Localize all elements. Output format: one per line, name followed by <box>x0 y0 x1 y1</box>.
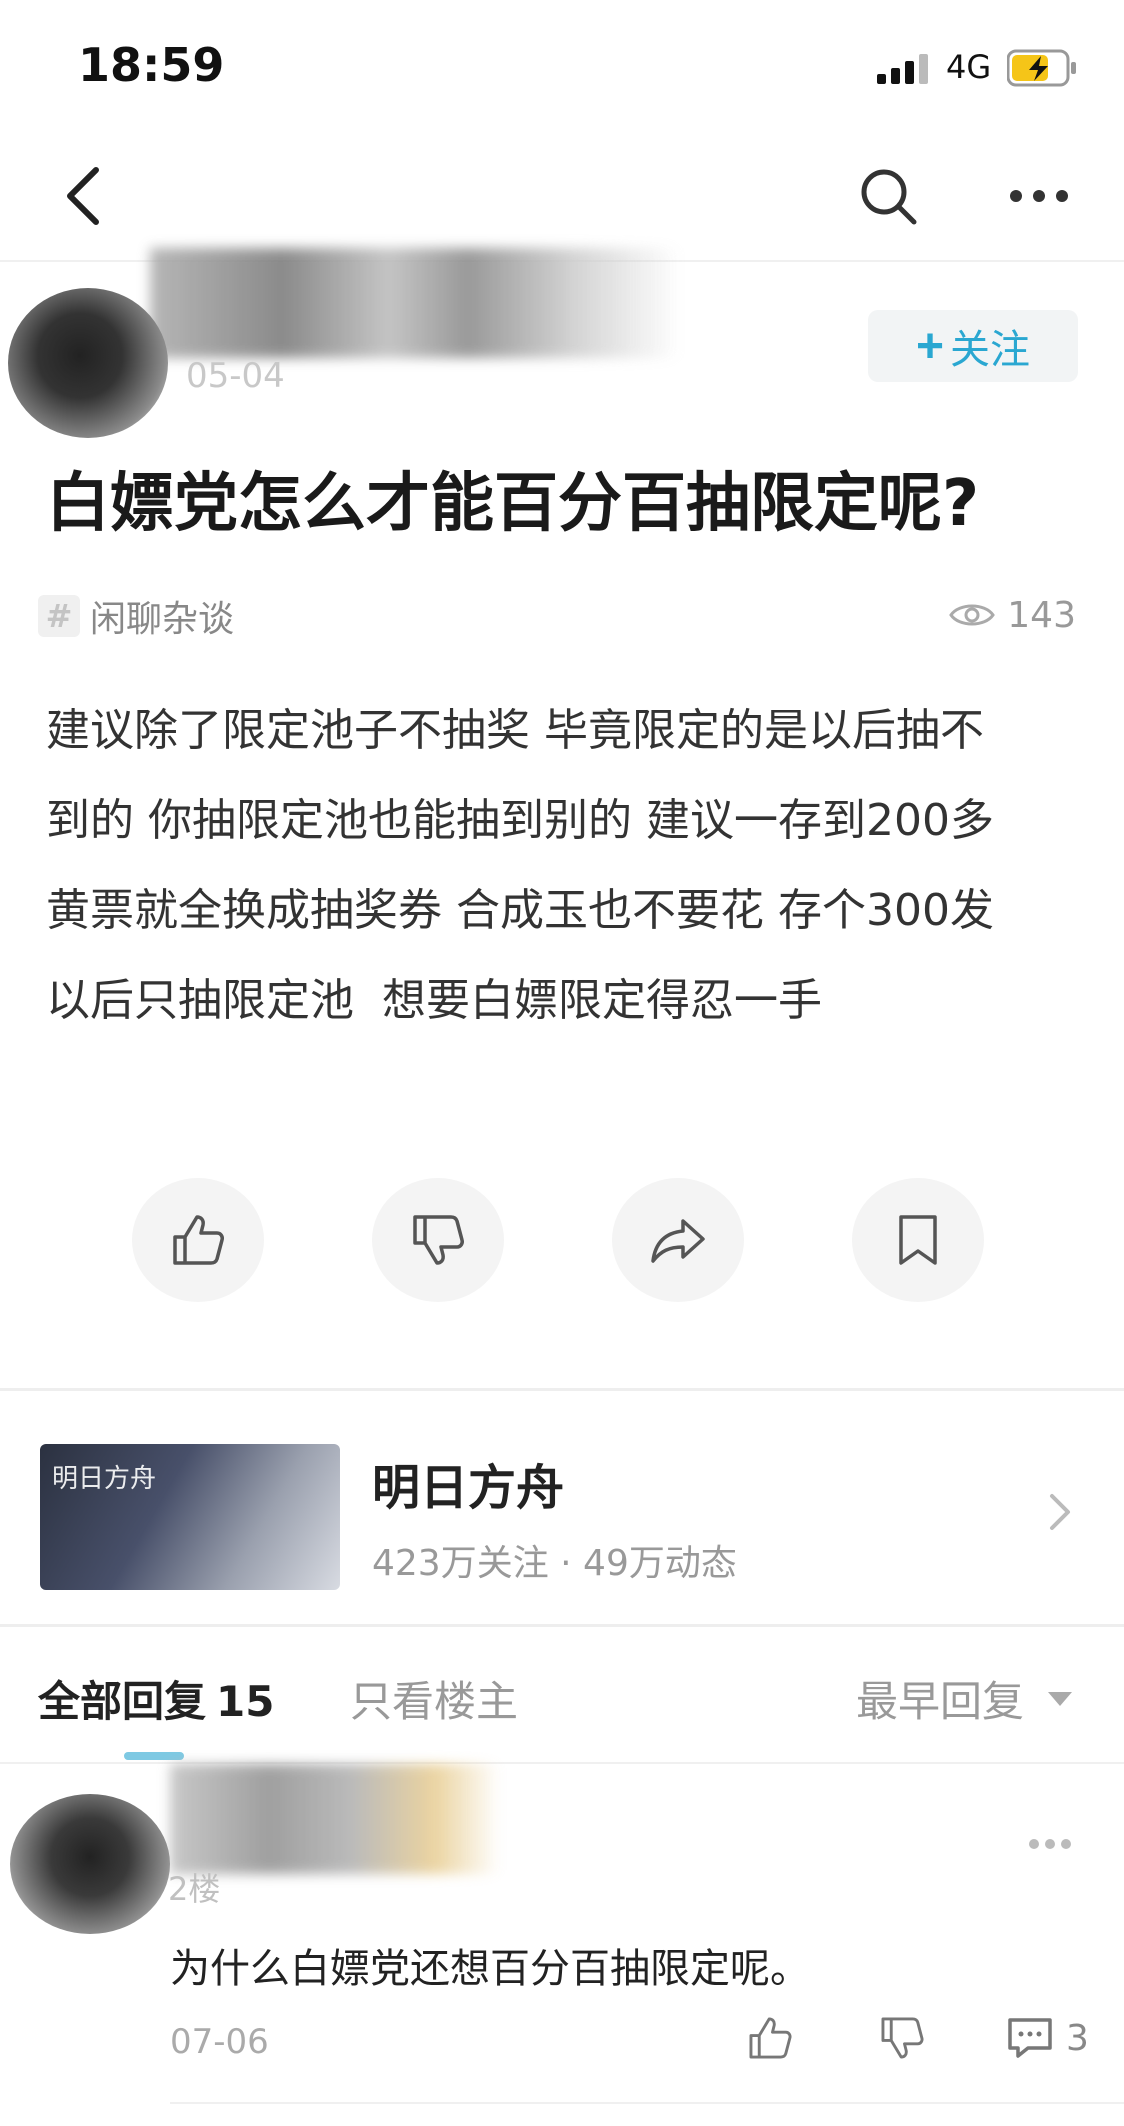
bookmark-button[interactable] <box>852 1178 984 1302</box>
topic-tag[interactable]: # 闲聊杂谈 <box>38 590 234 642</box>
network-type: 4G <box>946 48 992 86</box>
eye-icon <box>949 604 996 626</box>
hash-icon: # <box>38 595 80 637</box>
game-thumbnail: 明日方舟 <box>40 1444 340 1590</box>
game-name: 明日方舟 <box>372 1460 565 1516</box>
share-button[interactable] <box>612 1178 744 1302</box>
tab-all-label: 全部回复 <box>38 1677 207 1726</box>
reply-item: 2楼 为什么白嫖党还想百分百抽限定呢。 07-06 3 <box>0 1764 1124 2126</box>
plus-icon: + <box>915 319 945 373</box>
dislike-button[interactable] <box>372 1178 504 1302</box>
follow-button[interactable]: + 关注 <box>868 310 1078 382</box>
thumbs-down-icon[interactable] <box>878 2014 926 2062</box>
battery-icon <box>1007 49 1076 87</box>
tab-all-count: 15 <box>216 1677 275 1726</box>
share-icon <box>651 1219 705 1263</box>
post-body: 建议除了限定池子不抽奖 毕竟限定的是以后抽不 到的 你抽限定池也能抽到别的 建议… <box>46 705 994 1026</box>
game-stats: 423万关注 · 49万动态 <box>372 1543 737 1584</box>
signal-icon <box>877 54 928 84</box>
tab-all-replies[interactable]: 全部回复 15 <box>38 1668 274 1729</box>
author-name-redacted <box>150 248 680 358</box>
reply-author-redacted <box>170 1764 500 1874</box>
tab-op-only[interactable]: 只看楼主 <box>350 1668 518 1729</box>
more-dots-icon[interactable] <box>1008 180 1070 212</box>
views-count: 143 <box>1007 594 1076 636</box>
reply-avatar[interactable] <box>10 1794 170 1934</box>
post-date: 05-04 <box>186 356 285 396</box>
game-card[interactable]: 明日方舟 明日方舟 423万关注 · 49万动态 <box>0 1392 1124 1624</box>
thumbs-down-icon <box>413 1215 464 1265</box>
game-logo-text: 明日方舟 <box>52 1464 157 1494</box>
back-chevron-icon[interactable] <box>58 164 110 228</box>
section-divider <box>0 1388 1124 1391</box>
caret-down-icon <box>1048 1691 1073 1706</box>
section-divider <box>0 1624 1124 1627</box>
sort-label: 最早回复 <box>856 1677 1025 1726</box>
follow-label: 关注 <box>950 328 1031 372</box>
reply-divider <box>170 2102 1124 2104</box>
author-block: 05-04 + 关注 <box>0 248 1124 438</box>
reply-date: 07-06 <box>170 2022 269 2062</box>
status-bar: 18:59 4G <box>0 0 1124 130</box>
comment-icon[interactable] <box>1006 2016 1054 2060</box>
like-button[interactable] <box>132 1178 264 1302</box>
thumbs-up-icon <box>173 1215 224 1265</box>
post-actions <box>0 1178 1124 1302</box>
thumbs-up-icon[interactable] <box>746 2014 794 2062</box>
bookmark-icon <box>899 1215 937 1265</box>
topic-label: 闲聊杂谈 <box>90 599 235 640</box>
post-title: 白嫖党怎么才能百分百抽限定呢? <box>46 467 980 541</box>
sort-dropdown[interactable]: 最早回复 <box>856 1668 1073 1729</box>
view-count: 143 <box>949 590 1076 640</box>
reply-floor: 2楼 <box>168 1870 221 1908</box>
reply-tabs: 全部回复 15 只看楼主 最早回复 <box>0 1630 1124 1764</box>
author-avatar[interactable] <box>8 288 168 438</box>
search-icon[interactable] <box>858 166 918 226</box>
active-tab-indicator <box>124 1752 184 1760</box>
chevron-right-icon <box>1050 1494 1070 1530</box>
reply-text: 为什么白嫖党还想百分百抽限定呢。 <box>170 1946 810 1992</box>
nav-bar <box>0 130 1124 262</box>
status-time: 18:59 <box>78 38 225 92</box>
more-dots-icon[interactable] <box>1028 1836 1072 1852</box>
reply-comment-count: 3 <box>1066 2018 1089 2059</box>
